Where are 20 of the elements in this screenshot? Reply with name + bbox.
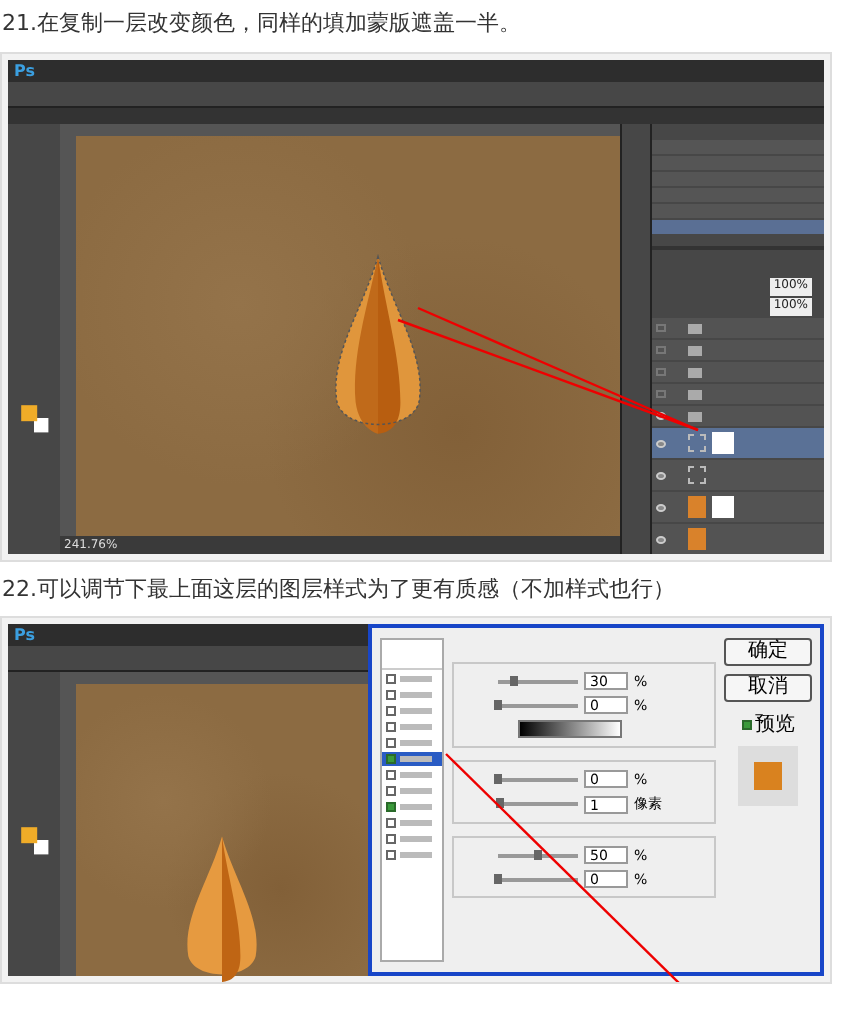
color-swatches-icon[interactable]	[18, 402, 50, 434]
app-logo: Ps	[14, 626, 35, 644]
gradient-swatch[interactable]	[518, 720, 622, 738]
layer-row[interactable]	[652, 460, 824, 490]
layer-row[interactable]	[652, 406, 824, 426]
step-caption: 21.在复制一层改变颜色，同样的填加蒙版遮盖一半。	[0, 8, 523, 40]
dialog-button[interactable]: 确定	[724, 638, 812, 666]
step-caption: 22.可以调节下最上面这层的图层样式为了更有质感（不加样式也行）	[0, 574, 677, 606]
layer-row[interactable]	[652, 318, 824, 338]
preview-checkbox[interactable]: 预览	[741, 710, 795, 738]
layer-row[interactable]	[652, 492, 824, 522]
layer-row[interactable]	[652, 340, 824, 360]
preview-thumbnail	[738, 746, 798, 806]
layer-row[interactable]	[652, 362, 824, 382]
app-logo: Ps	[14, 62, 35, 80]
layer-row[interactable]	[652, 384, 824, 404]
layer-row[interactable]	[652, 428, 824, 458]
color-swatches-icon[interactable]	[18, 824, 50, 856]
dialog-button[interactable]: 取消	[724, 674, 812, 702]
style-list-item[interactable]	[382, 752, 442, 766]
